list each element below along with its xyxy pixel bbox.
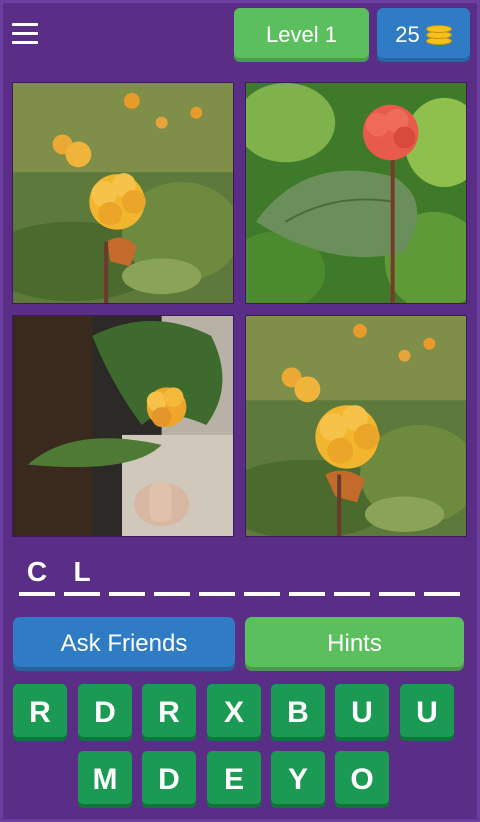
letter-tile[interactable]: U bbox=[400, 684, 454, 741]
answer-slot-1[interactable]: C bbox=[19, 556, 55, 596]
coin-count: 25 bbox=[395, 22, 420, 47]
letter-tile[interactable]: D bbox=[78, 684, 132, 741]
answer-slot-2[interactable]: L bbox=[64, 556, 100, 596]
letter-tile[interactable]: D bbox=[142, 751, 196, 808]
answer-slot-10[interactable] bbox=[424, 556, 460, 596]
letter-tile[interactable]: B bbox=[271, 684, 325, 741]
letter-tile[interactable]: E bbox=[207, 751, 261, 808]
puzzle-image-2 bbox=[245, 82, 467, 304]
level-label: Level 1 bbox=[266, 22, 337, 47]
letter-tile[interactable]: Y bbox=[271, 751, 325, 808]
answer-slot-5[interactable] bbox=[199, 556, 235, 596]
letter-tile[interactable]: R bbox=[13, 684, 67, 741]
letter-tile[interactable]: X bbox=[207, 684, 261, 741]
answer-slot-7[interactable] bbox=[289, 556, 325, 596]
answer-slot-3[interactable] bbox=[109, 556, 145, 596]
letter-tile[interactable]: U bbox=[335, 684, 389, 741]
level-badge: Level 1 bbox=[234, 8, 369, 62]
coins-badge[interactable]: 25 bbox=[377, 8, 470, 62]
ask-friends-button[interactable]: Ask Friends bbox=[13, 617, 235, 671]
coin-stack-icon bbox=[425, 24, 452, 46]
puzzle-image-3 bbox=[12, 315, 234, 537]
answer-slot-6[interactable] bbox=[244, 556, 280, 596]
puzzle-image-4 bbox=[245, 315, 467, 537]
hints-button[interactable]: Hints bbox=[245, 617, 464, 671]
answer-slot-4[interactable] bbox=[154, 556, 190, 596]
ask-friends-label: Ask Friends bbox=[60, 630, 188, 657]
puzzle-image-1 bbox=[12, 82, 234, 304]
answer-slot-9[interactable] bbox=[379, 556, 415, 596]
hamburger-menu-icon[interactable] bbox=[10, 20, 42, 48]
answer-slot-8[interactable] bbox=[334, 556, 370, 596]
letter-tile[interactable]: R bbox=[142, 684, 196, 741]
hints-label: Hints bbox=[327, 630, 382, 657]
letter-tile[interactable]: O bbox=[335, 751, 389, 808]
letter-tile[interactable]: M bbox=[78, 751, 132, 808]
